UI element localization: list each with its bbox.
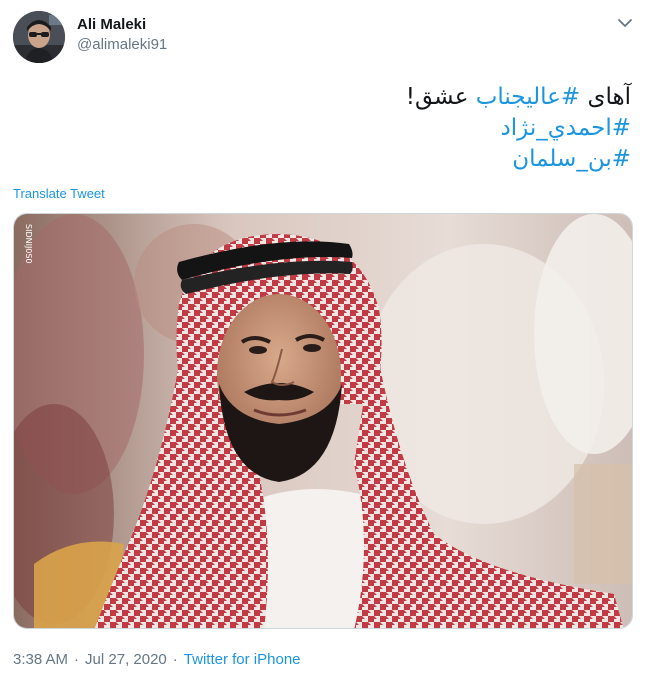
tweet-text-line-1: آهای #عالیجناب عشق! <box>71 82 631 113</box>
tweet-card: Ali Maleki @alimaleki91 آهای #عالیجناب ع… <box>0 0 648 676</box>
tweet-text-segment: آهای <box>580 84 631 110</box>
author-display-name[interactable]: Ali Maleki <box>77 15 167 35</box>
meta-separator: · <box>74 651 80 668</box>
user-avatar-icon <box>13 11 65 63</box>
meta-separator: · <box>172 651 178 668</box>
hashtag-link[interactable]: #بن_سلمان <box>512 146 631 172</box>
hashtag-link[interactable]: #احمدي_نژاد <box>501 115 631 141</box>
chevron-down-icon <box>618 19 632 27</box>
tweet-text-line-2: #احمدي_نژاد <box>71 113 631 144</box>
tweet-meta: 3:38 AM · Jul 27, 2020 · Twitter for iPhone <box>13 650 301 670</box>
photo-watermark: SIDNIJ0S0 <box>24 224 33 264</box>
photo-illustration: SIDNIJ0S0 <box>14 214 632 628</box>
tweet-text: آهای #عالیجناب عشق! #احمدي_نژاد #بن_سلما… <box>71 82 631 175</box>
tweet-menu-button[interactable] <box>616 14 634 32</box>
author-block[interactable]: Ali Maleki @alimaleki91 <box>77 15 167 55</box>
tweet-time[interactable]: 3:38 AM <box>13 651 68 668</box>
tweet-source-link[interactable]: Twitter for iPhone <box>184 651 301 668</box>
tweet-text-line-3: #بن_سلمان <box>71 144 631 175</box>
tweet-text-segment: عشق! <box>405 84 476 110</box>
author-avatar[interactable] <box>13 11 65 63</box>
tweet-photo[interactable]: SIDNIJ0S0 <box>13 213 633 629</box>
hashtag-link[interactable]: #عالیجناب <box>476 84 580 110</box>
author-handle[interactable]: @alimaleki91 <box>77 35 167 55</box>
tweet-date[interactable]: Jul 27, 2020 <box>85 651 167 668</box>
translate-tweet-link[interactable]: Translate Tweet <box>13 186 105 202</box>
